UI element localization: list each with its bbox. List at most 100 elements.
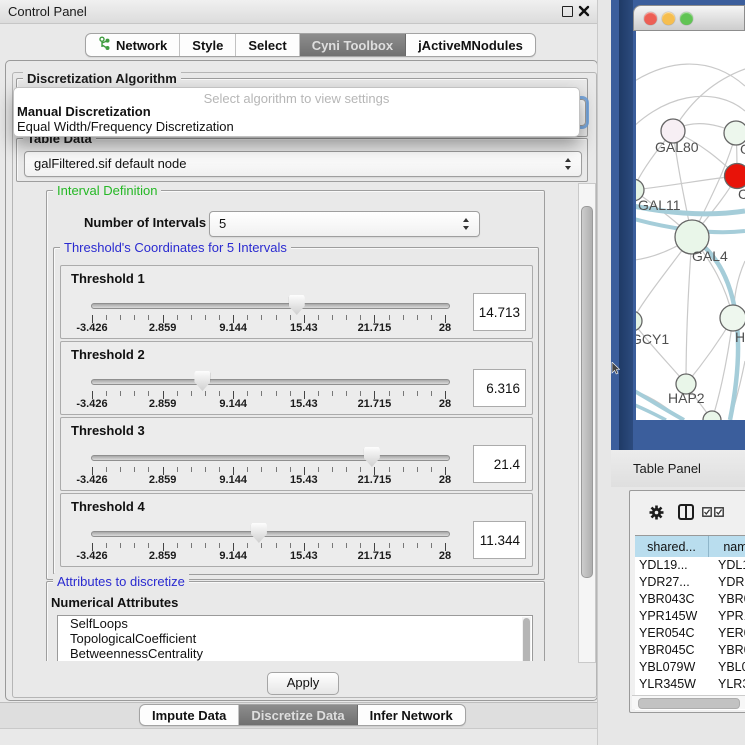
table-data-combobox[interactable]: galFiltered.sif default node bbox=[24, 151, 582, 177]
attributes-group: Attributes to discretize Numerical Attri… bbox=[46, 581, 545, 661]
combo-arrows-icon bbox=[463, 218, 470, 230]
scrollbar-thumb[interactable] bbox=[581, 206, 593, 578]
cell-name: YPR14 bbox=[710, 608, 745, 625]
tab-jactivemnodules[interactable]: jActiveMNodules bbox=[406, 34, 535, 56]
threshold-panel-1: Threshold 1-3.4262.8599.14415.4321.71528… bbox=[60, 265, 533, 339]
slider-tick-label: 2.859 bbox=[131, 398, 195, 410]
slider-minor-tick bbox=[290, 467, 291, 472]
slider-minor-tick bbox=[360, 391, 361, 396]
minimize-traffic-light[interactable] bbox=[662, 12, 675, 25]
cell-name: YER05 bbox=[710, 625, 745, 642]
slider-minor-tick bbox=[120, 543, 121, 548]
attribute-list-item[interactable]: TopologicalCoefficient bbox=[58, 631, 532, 646]
slider-minor-tick bbox=[205, 543, 206, 548]
tab-cyni-toolbox[interactable]: Cyni Toolbox bbox=[300, 34, 406, 56]
cell-shared-name: YBR043C bbox=[635, 591, 710, 608]
slider-thumb[interactable] bbox=[364, 447, 380, 467]
table-row[interactable]: YBR043CYBR04 bbox=[635, 591, 745, 608]
slider-minor-tick bbox=[276, 467, 277, 472]
slider-minor-tick bbox=[276, 543, 277, 548]
panel-title: Control Panel bbox=[8, 4, 87, 19]
algorithm-dropdown-popup: Select algorithm to view settings Manual… bbox=[13, 87, 580, 137]
slider-minor-tick bbox=[219, 543, 220, 548]
columns-icon[interactable] bbox=[678, 504, 694, 520]
network-node[interactable] bbox=[720, 305, 745, 331]
tab-select[interactable]: Select bbox=[236, 34, 299, 56]
table-row[interactable]: YBR045CYBR04 bbox=[635, 642, 745, 659]
checkbox-icon[interactable] bbox=[702, 507, 712, 517]
table-row[interactable]: YDL19...YDL19 bbox=[635, 557, 745, 574]
settings-scrollbar[interactable] bbox=[578, 183, 596, 663]
slider-tick-label: 9.144 bbox=[201, 550, 265, 562]
column-header-shared-name[interactable]: shared... bbox=[635, 536, 709, 558]
algorithm-option[interactable]: Manual Discretization bbox=[17, 104, 151, 119]
threshold-value-field[interactable]: 14.713 bbox=[473, 293, 526, 331]
algorithm-option[interactable]: Equal Width/Frequency Discretization bbox=[17, 119, 234, 134]
table-row[interactable]: YPR145WYPR14 bbox=[635, 608, 745, 625]
slider-minor-tick bbox=[261, 391, 262, 396]
slider-minor-tick bbox=[191, 467, 192, 472]
slider-minor-tick bbox=[191, 543, 192, 548]
numerical-attributes-list[interactable]: SelfLoopsTopologicalCoefficientBetweenne… bbox=[57, 615, 533, 661]
tab-network[interactable]: Network bbox=[86, 34, 180, 56]
slider-tick-label: 28 bbox=[413, 322, 477, 334]
network-edge[interactable] bbox=[636, 176, 737, 190]
tab-label: Select bbox=[248, 38, 286, 53]
network-node[interactable] bbox=[725, 164, 745, 189]
slider-track[interactable] bbox=[91, 379, 450, 385]
slider-minor-tick bbox=[148, 543, 149, 548]
tab-discretize-data[interactable]: Discretize Data bbox=[239, 705, 357, 725]
column-header-name[interactable]: name bbox=[709, 536, 745, 558]
tab-infer-network[interactable]: Infer Network bbox=[358, 705, 465, 725]
threshold-value-field[interactable]: 21.4 bbox=[473, 445, 526, 483]
table-row[interactable]: YBL079WYBL07 bbox=[635, 659, 745, 676]
slider-minor-tick bbox=[332, 467, 333, 472]
network-edge[interactable] bbox=[712, 318, 733, 420]
slider-thumb[interactable] bbox=[289, 295, 305, 315]
control-panel-tabs: NetworkStyle Select Cyni ToolboxjActiveMNo… bbox=[85, 33, 536, 57]
float-window-icon[interactable] bbox=[562, 6, 573, 17]
number-of-intervals-combobox[interactable]: 5 bbox=[209, 211, 480, 237]
network-node[interactable] bbox=[703, 411, 721, 420]
close-icon[interactable] bbox=[578, 5, 590, 17]
table-row[interactable]: YER054CYER05 bbox=[635, 625, 745, 642]
slider-thumb[interactable] bbox=[251, 523, 267, 543]
slider-track[interactable] bbox=[91, 455, 450, 461]
cell-name: YBL07 bbox=[710, 659, 745, 676]
checkbox-icon[interactable] bbox=[714, 507, 724, 517]
slider-track[interactable] bbox=[91, 531, 450, 537]
network-view-frame: GAL80G.CGAL11GAL4GCY1HHAP2 bbox=[611, 0, 745, 450]
tab-label: Discretize Data bbox=[251, 708, 344, 723]
network-window-titlebar[interactable] bbox=[633, 5, 745, 31]
threshold-label: Threshold 2 bbox=[71, 347, 145, 362]
thresholds-legend: Threshold's Coordinates for 5 Intervals bbox=[60, 240, 291, 255]
cell-shared-name: YLR345W bbox=[635, 676, 710, 693]
slider-minor-tick bbox=[346, 315, 347, 320]
zoom-traffic-light[interactable] bbox=[680, 12, 693, 25]
panel-divider[interactable] bbox=[597, 0, 612, 745]
attribute-list-item[interactable]: SelfLoops bbox=[58, 616, 532, 631]
attribute-list-item[interactable]: BetweennessCentrality bbox=[58, 646, 532, 661]
gear-icon[interactable] bbox=[649, 505, 664, 520]
network-edge[interactable] bbox=[636, 64, 745, 91]
network-node[interactable] bbox=[636, 311, 642, 331]
threshold-value-field[interactable]: 6.316 bbox=[473, 369, 526, 407]
table-row[interactable]: YLR345WYLR34 bbox=[635, 676, 745, 693]
slider-track[interactable] bbox=[91, 303, 450, 309]
attributes-list-scrollbar[interactable] bbox=[522, 617, 531, 661]
slider-minor-tick bbox=[403, 391, 404, 396]
network-canvas[interactable]: GAL80G.CGAL11GAL4GCY1HHAP2 bbox=[636, 31, 745, 420]
slider-minor-tick bbox=[332, 543, 333, 548]
table-row[interactable]: YDR27...YDR27 bbox=[635, 574, 745, 591]
slider-minor-tick bbox=[403, 467, 404, 472]
close-traffic-light[interactable] bbox=[644, 12, 657, 25]
slider-minor-tick bbox=[403, 543, 404, 548]
threshold-value-field[interactable]: 11.344 bbox=[473, 521, 526, 559]
table-hscrollbar[interactable] bbox=[632, 695, 745, 709]
slider-thumb[interactable] bbox=[194, 371, 210, 391]
apply-button[interactable]: Apply bbox=[267, 672, 339, 695]
mouse-cursor bbox=[611, 362, 620, 375]
tab-style[interactable]: Style bbox=[180, 34, 236, 56]
tab-impute-data[interactable]: Impute Data bbox=[140, 705, 239, 725]
slider-tick-label: 28 bbox=[413, 474, 477, 486]
